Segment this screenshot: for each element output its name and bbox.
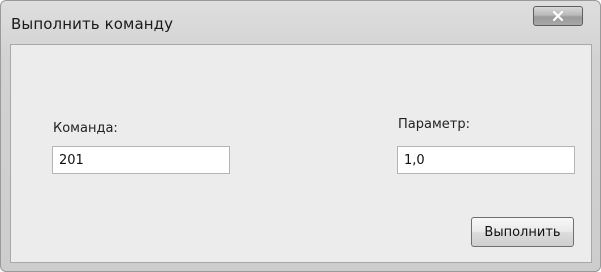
parameter-input[interactable] — [397, 146, 575, 174]
title-bar[interactable]: Выполнить команду — [1, 1, 600, 45]
parameter-label: Параметр: — [398, 117, 470, 132]
close-button[interactable] — [533, 6, 583, 26]
dialog-window: Выполнить команду Команда: Параметр: Вып… — [0, 0, 601, 272]
window-title: Выполнить команду — [11, 15, 174, 33]
run-button[interactable]: Выполнить — [471, 217, 574, 247]
command-label: Команда: — [53, 121, 118, 136]
close-icon — [552, 11, 564, 21]
command-input[interactable] — [52, 146, 230, 174]
dialog-content: Команда: Параметр: Выполнить — [10, 44, 592, 263]
